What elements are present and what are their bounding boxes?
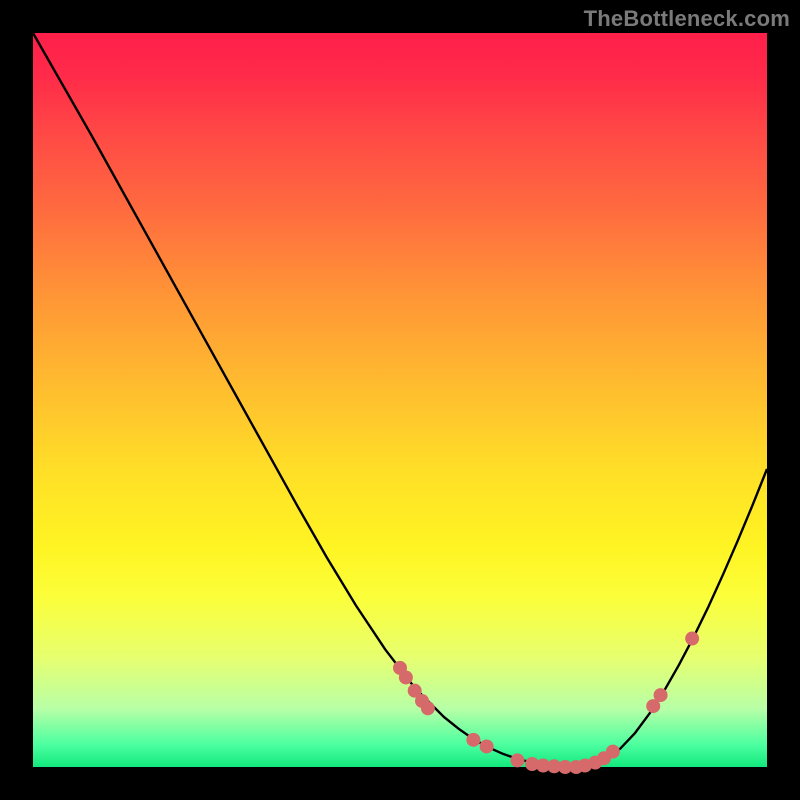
data-point (399, 670, 413, 684)
data-point (685, 632, 699, 646)
data-point (466, 733, 480, 747)
data-point (510, 753, 524, 767)
bottleneck-curve (33, 33, 767, 767)
data-point (480, 739, 494, 753)
data-point (606, 745, 620, 759)
bottleneck-curve-chart (33, 33, 767, 767)
data-point (421, 701, 435, 715)
watermark-text: TheBottleneck.com (584, 6, 790, 32)
data-point (654, 688, 668, 702)
chart-plot-area (33, 33, 767, 767)
highlighted-points (393, 632, 699, 774)
